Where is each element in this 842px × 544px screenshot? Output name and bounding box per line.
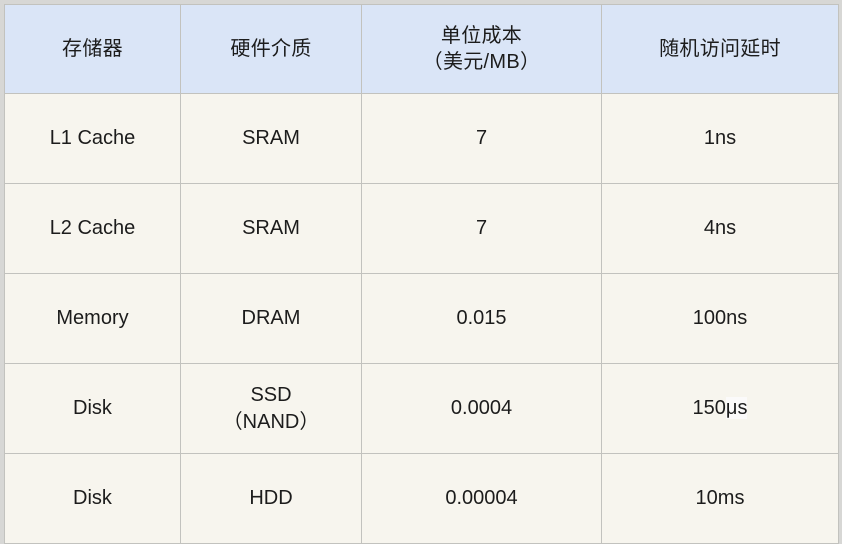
cell-cost: 7 [361,183,602,274]
cell-storage: Disk [4,453,181,544]
cell-medium-line1: SSD [250,384,292,407]
table-body: L1 Cache SRAM 7 1ns L2 Cache SRAM 7 4ns … [4,93,839,544]
column-header-storage: 存储器 [4,4,181,94]
cell-storage: L2 Cache [4,183,181,274]
cell-medium: SSD （NAND） [180,363,362,454]
cell-latency: 100ns [601,273,839,364]
cell-latency: 4ns [601,183,839,274]
table-row: Disk SSD （NAND） 0.0004 150μs [4,363,839,454]
cell-cost: 7 [361,93,602,184]
cell-latency-unit: μs [725,397,748,420]
column-header-latency: 随机访问延时 [601,4,839,94]
table-row: L2 Cache SRAM 7 4ns [4,183,839,274]
cell-cost: 0.00004 [361,453,602,544]
cell-storage: Memory [4,273,181,364]
cell-medium: HDD [180,453,362,544]
column-header-medium: 硬件介质 [180,4,362,94]
cell-latency: 1ns [601,93,839,184]
cell-medium: SRAM [180,93,362,184]
table-header-row: 存储器 硬件介质 单位成本 （美元/MB） 随机访问延时 [4,4,839,94]
table-header: 存储器 硬件介质 单位成本 （美元/MB） 随机访问延时 [4,4,839,94]
cell-medium-line2: （NAND） [222,410,320,433]
cell-latency-value: 150 [692,397,726,420]
cell-latency: 150μs [601,363,839,454]
cell-medium: DRAM [180,273,362,364]
column-header-cost-line1: 单位成本 [440,24,523,47]
cell-latency: 10ms [601,453,839,544]
memory-hierarchy-table: 存储器 硬件介质 单位成本 （美元/MB） 随机访问延时 L1 Cache SR… [4,4,839,544]
cell-storage: L1 Cache [4,93,181,184]
column-header-cost-line2: （美元/MB） [422,51,541,73]
table-row: Disk HDD 0.00004 10ms [4,453,839,544]
cell-cost: 0.015 [361,273,602,364]
cell-medium: SRAM [180,183,362,274]
column-header-cost: 单位成本 （美元/MB） [361,4,602,94]
cell-cost: 0.0004 [361,363,602,454]
cell-storage: Disk [4,363,181,454]
table-row: L1 Cache SRAM 7 1ns [4,93,839,184]
table-row: Memory DRAM 0.015 100ns [4,273,839,364]
